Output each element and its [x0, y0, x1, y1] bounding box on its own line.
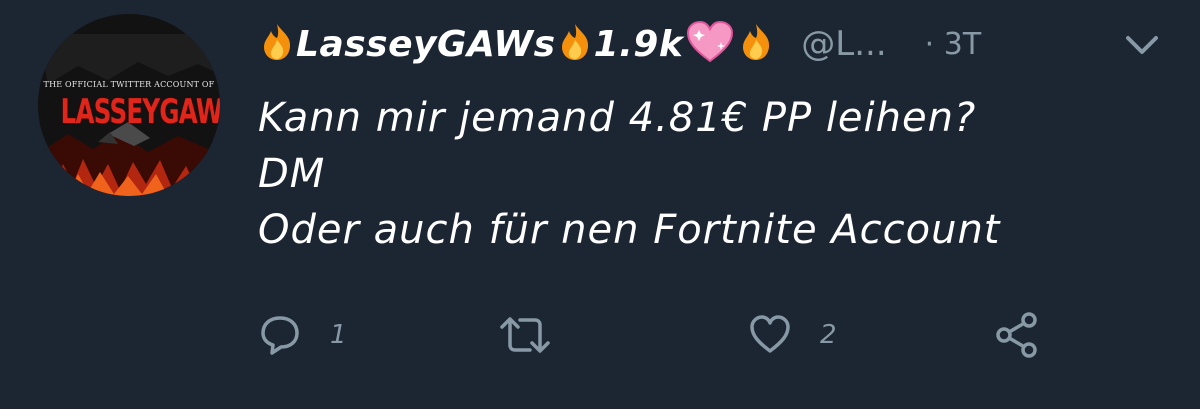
tweet-timestamp[interactable]: · 3T: [925, 27, 981, 62]
like-button[interactable]: 2: [748, 310, 837, 360]
share-nodes-icon: [996, 312, 1037, 358]
avatar[interactable]: THE OFFICIAL TWITTER ACCOUNT OF LASSEYGA…: [38, 14, 220, 196]
like-count: 2: [820, 320, 837, 350]
tweet-text-line: DM: [258, 151, 326, 197]
reply-count: 1: [330, 320, 347, 350]
user-handle[interactable]: @L...: [801, 24, 886, 64]
fire-emoji: [558, 22, 592, 66]
heart-outline-icon: [750, 315, 790, 353]
share-button[interactable]: [992, 310, 1040, 360]
chevron-down-icon[interactable]: [1122, 30, 1162, 60]
avatar-subtitle: THE OFFICIAL TWITTER ACCOUNT OF: [43, 80, 215, 89]
speech-bubble-icon: [261, 316, 299, 355]
tweet-text: Kann mir jemand 4.81€ PP leihen? DM Oder…: [258, 90, 1178, 258]
follower-count: 1.9k: [593, 23, 684, 65]
tweet-text-line: Oder auch für nen Fortnite Account: [258, 207, 1001, 253]
sparkling-heart-emoji: [685, 20, 735, 68]
tweet-text-line: Kann mir jemand 4.81€ PP leihen?: [258, 95, 977, 141]
fire-emoji: [739, 22, 773, 66]
tweet-card[interactable]: THE OFFICIAL TWITTER ACCOUNT OF LASSEYGA…: [0, 0, 1200, 409]
retweet-button[interactable]: [496, 310, 582, 360]
tweet-actions: 1 2: [258, 310, 1158, 360]
tweet-header: LasseyGAWs 1.9k @L... · 3T: [258, 18, 981, 70]
avatar-name: LASSEYGAWS: [60, 92, 220, 132]
display-name[interactable]: LasseyGAWs: [296, 24, 556, 65]
reply-button[interactable]: 1: [258, 310, 347, 360]
fire-emoji: [260, 22, 294, 66]
retweet-arrows-icon: [500, 317, 550, 353]
